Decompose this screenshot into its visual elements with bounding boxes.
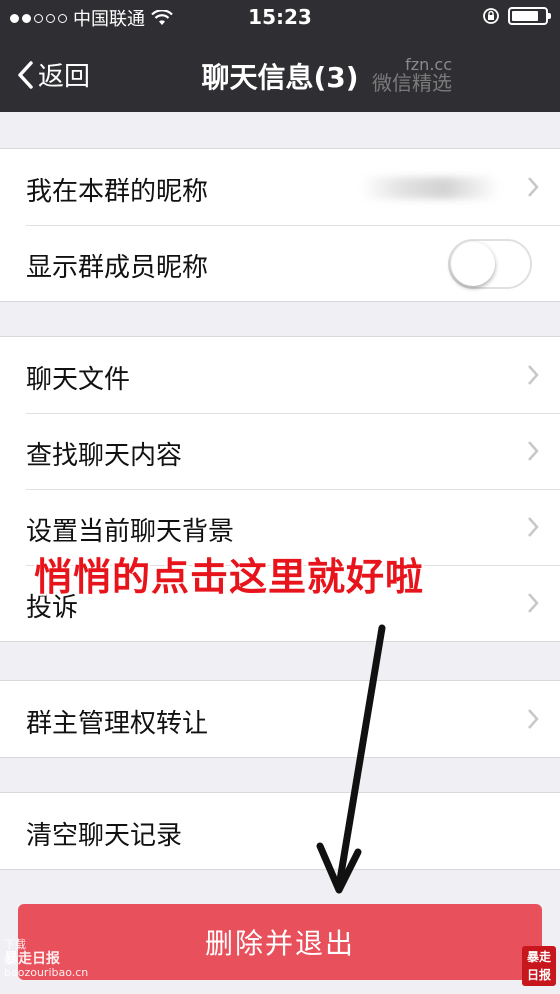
settings-group-3: 群主管理权转让 [0, 680, 560, 758]
row-label: 查找聊天内容 [26, 441, 183, 471]
row-label: 聊天文件 [26, 365, 131, 395]
show-member-nicknames-row: 显示群成员昵称 [0, 225, 560, 301]
page-title: 聊天信息(3) [201, 61, 359, 94]
row-label: 显示群成员昵称 [26, 253, 209, 283]
battery-icon [508, 7, 551, 25]
chevron-right-icon [528, 517, 539, 537]
annotation-text: 悄悄的点击这里就好啦 [34, 555, 425, 599]
row-label: 群主管理权转让 [26, 709, 209, 739]
row-label: 清空聊天记录 [26, 821, 183, 851]
corner-text-2: 暴走日报 [4, 951, 60, 967]
delete-and-exit-button[interactable]: 删除并退出 [18, 904, 542, 980]
search-chat-content-row[interactable]: 查找聊天内容 [0, 413, 560, 489]
watermark: fzn.cc 微信精选 [372, 56, 452, 95]
chevron-right-icon [528, 177, 539, 197]
baozou-logo-right: 暴走日报 [522, 946, 556, 986]
corner-text-1: 下载 [4, 938, 26, 951]
settings-group-1: 我在本群的昵称 显示群成员昵称 [0, 148, 560, 302]
chat-files-row[interactable]: 聊天文件 [0, 337, 560, 413]
rotation-lock-icon [483, 8, 499, 24]
transfer-ownership-row[interactable]: 群主管理权转让 [0, 681, 560, 757]
status-time: 15:23 [248, 5, 312, 29]
chevron-right-icon [528, 365, 539, 385]
chevron-right-icon [528, 593, 539, 613]
row-label: 设置当前聊天背景 [26, 517, 235, 547]
baozou-logo-left: 下载 暴走日报 baozouribao.cn [4, 938, 88, 980]
show-nicknames-toggle[interactable] [448, 239, 532, 289]
chevron-right-icon [528, 709, 539, 729]
nickname-in-group-row[interactable]: 我在本群的昵称 [0, 149, 560, 225]
settings-group-4: 清空聊天记录 [0, 792, 560, 870]
clear-chat-history-row[interactable]: 清空聊天记录 [0, 793, 560, 869]
corner-text-3: baozouribao.cn [4, 966, 89, 979]
arrow-annotation-icon [316, 624, 386, 894]
row-label: 我在本群的昵称 [26, 177, 209, 207]
status-right [482, 7, 551, 25]
nav-bar: 返回 聊天信息(3) fzn.cc 微信精选 [0, 36, 560, 112]
status-bar: 中国联通 15:23 [0, 0, 560, 36]
watermark-line2: 微信精选 [372, 71, 452, 95]
chevron-right-icon [528, 441, 539, 461]
blurred-nickname-value [360, 177, 500, 199]
